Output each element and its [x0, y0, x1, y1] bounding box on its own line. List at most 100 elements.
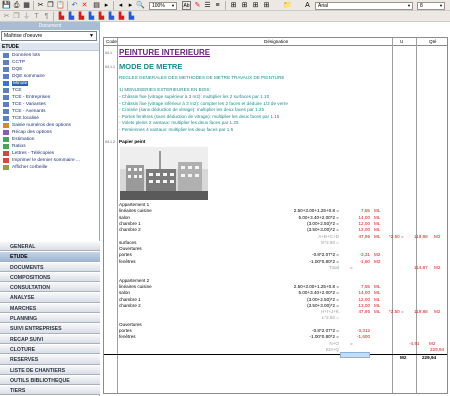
metre-row[interactable]: portes -0.8*2.07*2 = -3,312 [104, 328, 447, 334]
undo-icon[interactable]: ↶ [70, 1, 79, 10]
metre-row[interactable]: fenêtres -1.00*0.80*2 = -1,600 [104, 334, 447, 340]
selected-cell[interactable] [340, 352, 370, 358]
mark-3-icon[interactable]: ▙ [77, 12, 86, 21]
metre-row[interactable]: chambre 2 (3.50+3.00)*2 = 13,00 ML [104, 227, 447, 233]
copy-disabled-icon: ❐ [13, 13, 20, 20]
tree-item[interactable]: CCTP [0, 59, 99, 66]
total-row[interactable]: Total = 114,97 M2 [104, 265, 447, 271]
tree-item[interactable]: Lettres - Télécopies [0, 150, 99, 157]
tree-item[interactable]: Afficher corbeille [0, 164, 99, 171]
item-row[interactable]: 04.1.2 Papier peint [104, 139, 447, 145]
tree-item[interactable]: TCE [0, 87, 99, 94]
subtotal-row[interactable]: A+B+C+D 47,95 ML *2.50 = 119,88 M2 [104, 234, 447, 240]
save-icon[interactable]: 💾 [2, 1, 11, 10]
metre-row[interactable]: linéaires cuisine 2.50+3.00+1.25+0.8 = 7,5… [104, 208, 447, 214]
grid-1-icon[interactable]: ⊞ [229, 1, 238, 10]
zoom-select[interactable]: 100% ▼ [149, 2, 177, 10]
search-icon[interactable]: 🔍 [136, 1, 145, 10]
metre-row[interactable]: Ouvertures [104, 322, 447, 328]
metre-row[interactable]: chambre 1 (3.00+2.50)*2 = 12,00 ML [104, 297, 447, 303]
nav-button[interactable]: RECAP SUIVI [0, 333, 100, 344]
nav-button[interactable]: SUIVI ENTREPRISES [0, 323, 100, 334]
nav-button[interactable]: TIERS [0, 385, 100, 396]
nav-button[interactable]: ANALYSE [0, 292, 100, 303]
tree-item[interactable]: Saisie numéros des options [0, 122, 99, 129]
tree-item[interactable]: DQE [0, 66, 99, 73]
nav-button[interactable]: OUTILS BIBLIOTHEQUE [0, 374, 100, 386]
mark-2-icon[interactable]: ▙ [67, 12, 76, 21]
nav-button[interactable]: PLANNING [0, 313, 100, 324]
text-style-icon[interactable]: Ab [182, 1, 191, 10]
tree-item[interactable]: Ratios [0, 143, 99, 150]
total-row[interactable]: Ent+Q 229,94 [104, 347, 447, 353]
filter-icon[interactable]: ⏚ [22, 12, 31, 21]
font-name-select[interactable]: Arial ▼ [315, 2, 413, 10]
nav-button[interactable]: GENERAL [0, 241, 100, 252]
grid-4-icon[interactable]: ⊞ [262, 1, 271, 10]
tree-item[interactable]: TCE - Avenants [0, 108, 99, 115]
pen-icon[interactable]: ✎ [193, 1, 202, 10]
next-icon[interactable]: ▸ [126, 1, 135, 10]
insert-icon[interactable]: ▸ [102, 1, 111, 10]
mark-4-icon[interactable]: ▙ [87, 12, 96, 21]
metre-row[interactable]: Ouvertures [104, 246, 447, 252]
mark-1-icon[interactable]: ▙ [57, 12, 66, 21]
tree-item[interactable]: Données lots [0, 52, 99, 59]
tree-item[interactable]: TCE - Variantes [0, 101, 99, 108]
mark-6-icon[interactable]: ▙ [107, 12, 116, 21]
apartment-row[interactable]: Appartement 1 [104, 202, 447, 208]
tree-item[interactable]: TCE localisé [0, 115, 99, 122]
nav-button[interactable]: CONSULTATION [0, 282, 100, 293]
tree-item[interactable]: Estimation [0, 136, 99, 143]
nav-button[interactable]: MARCHES [0, 302, 100, 314]
previous-icon[interactable]: ◂ [116, 1, 125, 10]
preview-icon[interactable]: ▦ [22, 1, 31, 10]
nav-button[interactable]: LISTE DE CHANTIERS [0, 364, 100, 375]
metre-row[interactable]: linéaires cuisine 2.50+3.00+1.25+0.8 = 7,5… [104, 284, 447, 290]
nav-button[interactable]: COMPOSITIONS [0, 271, 100, 283]
mark-7-icon[interactable]: ▙ [117, 12, 126, 21]
metre-row[interactable]: surfaces E*2.50 = [104, 240, 447, 246]
align-icon[interactable]: ≡ [213, 1, 222, 10]
tree-item[interactable]: Imprimer le dernier sommaire ... [0, 157, 99, 164]
metre-row[interactable]: salon 5.00+3.40+2.00*2 = 14,00 ML [104, 215, 447, 221]
font-icon[interactable]: A [303, 1, 312, 10]
metre-row[interactable]: chambre 2 (3.50+3.00)*2 = 13,00 ML [104, 303, 447, 309]
tree-item[interactable]: TCE - Entreprises [0, 94, 99, 101]
nav-button[interactable]: ETUDE [0, 251, 100, 262]
text-icon[interactable]: T [32, 12, 41, 21]
grid-2-icon[interactable]: ⊞ [240, 1, 249, 10]
bullets-icon[interactable]: ☰ [203, 1, 212, 10]
cut-icon[interactable]: ✂ [36, 1, 45, 10]
metre-row[interactable]: portes -0.8*2.07*2 = -3,31 M2 [104, 252, 447, 258]
subtotal-row[interactable]: H+I+J+K 47,95 ML *2.50 = 119,88 M2 [104, 309, 447, 315]
folder-icon[interactable]: 📁 [283, 1, 292, 10]
table-icon[interactable]: ▤ [92, 1, 101, 10]
tree-item[interactable]: Récap des options [0, 129, 99, 136]
copy-icon[interactable]: ❐ [46, 1, 55, 10]
mark-5-icon[interactable]: ▙ [97, 12, 106, 21]
section-row[interactable]: 04.1.1 MODE DE METRE [104, 62, 447, 71]
print-icon[interactable]: ⎙ [12, 1, 21, 10]
metre-row[interactable]: L*2.50 = [104, 315, 447, 321]
net-row[interactable]: N+O = -4,91 M2 [104, 340, 447, 347]
font-size-select[interactable]: 8 ▼ [417, 2, 445, 10]
apartment-row[interactable]: Appartement 2 [104, 278, 447, 284]
mark-8-icon[interactable]: ▙ [127, 12, 136, 21]
delete-icon[interactable]: ✕ [80, 1, 89, 10]
tree-item[interactable]: Minute [0, 80, 99, 87]
nav-button[interactable]: DOCUMENTS [0, 261, 100, 272]
metre-row[interactable]: salon 5.00+3.40+2.00*2 = 14,00 ML [104, 290, 447, 296]
section-code: 04.1.1 [105, 65, 115, 69]
net-value: -4,91 [409, 340, 420, 346]
grid-3-icon[interactable]: ⊞ [251, 1, 260, 10]
paste-icon[interactable]: 📋 [56, 1, 65, 10]
tree-item[interactable]: DQE sommaire [0, 73, 99, 80]
nav-button[interactable]: RESERVES [0, 354, 100, 365]
nav-button[interactable]: CLOTURE [0, 343, 100, 355]
role-select[interactable]: Maîtrise d'oeuvre ▼ [1, 31, 97, 41]
chapter-row[interactable]: 04.1 PEINTURE INTERIEURE [104, 48, 447, 57]
metre-row[interactable]: fenêtres -1.00*0.80*2 = -1,60 M2 [104, 259, 447, 265]
format-icon[interactable]: ¶ [42, 12, 51, 21]
metre-row[interactable]: chambre 1 (3.00+2.50)*2 = 12,00 ML [104, 221, 447, 227]
